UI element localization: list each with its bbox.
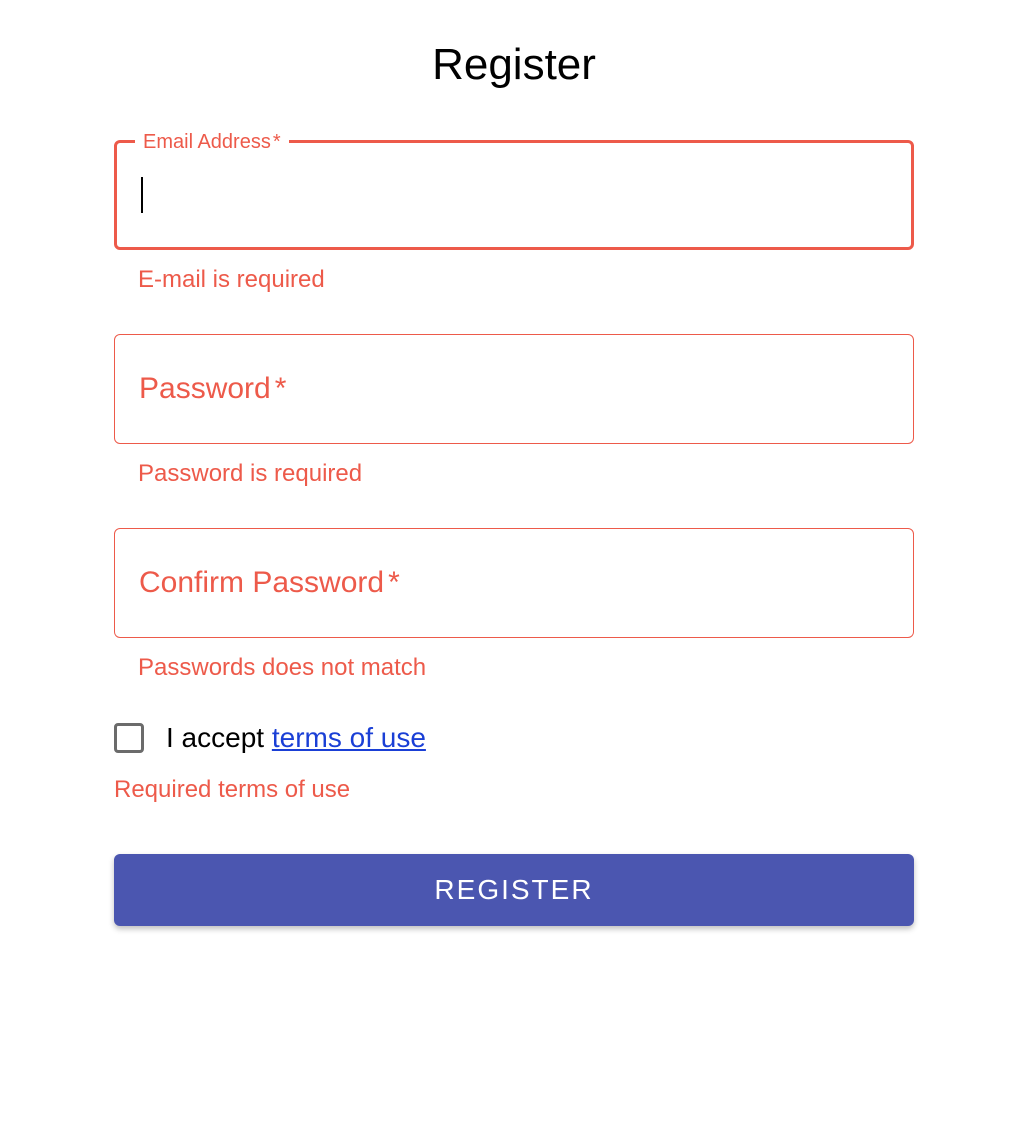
terms-row: I accept terms of use <box>114 722 914 754</box>
terms-link[interactable]: terms of use <box>272 722 426 753</box>
password-field-wrapper[interactable]: Password* <box>114 334 914 444</box>
password-form-group: Password* Password is required <box>114 334 914 488</box>
password-error: Password is required <box>138 460 914 488</box>
register-form-container: Register Email Address* E-mail is requir… <box>114 40 914 926</box>
confirm-password-field-wrapper[interactable]: Confirm Password* <box>114 528 914 638</box>
confirm-password-form-group: Confirm Password* Passwords does not mat… <box>114 528 914 682</box>
email-form-group: Email Address* E-mail is required <box>114 140 914 294</box>
register-button[interactable]: REGISTER <box>114 854 914 926</box>
page-title: Register <box>114 40 914 90</box>
terms-label: I accept terms of use <box>166 722 426 754</box>
terms-error: Required terms of use <box>114 776 914 804</box>
email-error: E-mail is required <box>138 266 914 294</box>
terms-checkbox[interactable] <box>114 723 144 753</box>
confirm-password-error: Passwords does not match <box>138 654 914 682</box>
email-field-wrapper[interactable]: Email Address* <box>114 140 914 250</box>
